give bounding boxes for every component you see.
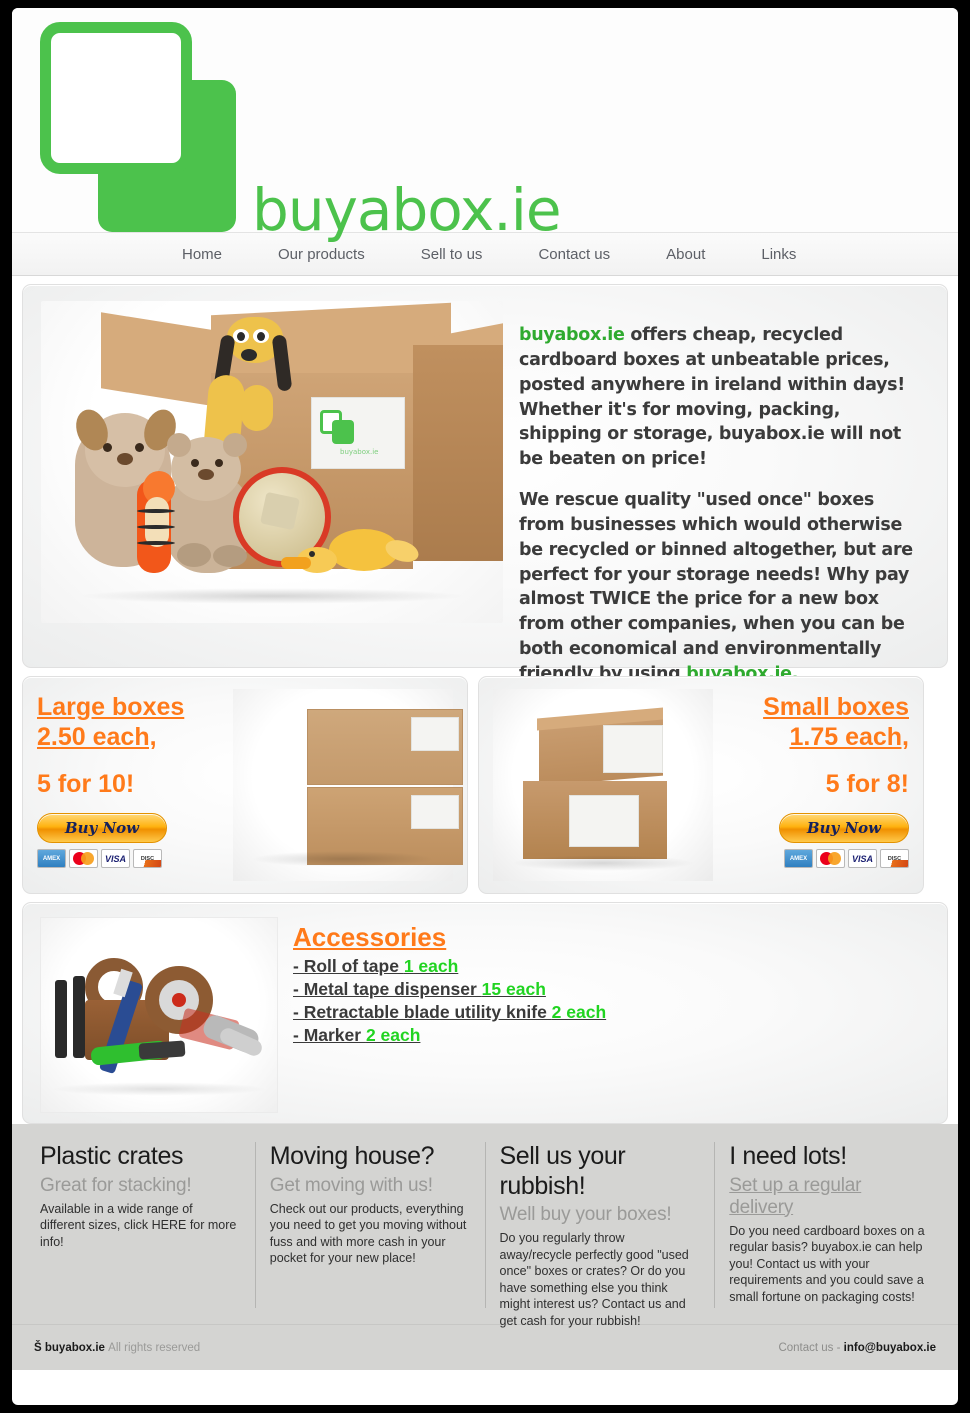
accessory-item-retractable-blade-utility-knife[interactable]: - Retractable blade utility knife 2 each [293, 1001, 606, 1024]
regular-delivery-link[interactable]: Set up a regular delivery [729, 1175, 930, 1219]
small-boxes-bulk-price: 5 for 8! [825, 770, 909, 798]
column-body: Available in a wide range of different s… [40, 1201, 237, 1249]
accessory-name: - Metal tape dispenser [293, 978, 482, 999]
accessory-price: 1 each [403, 955, 459, 976]
info-columns: Plastic crates Great for stacking! Avail… [12, 1124, 958, 1328]
payment-card-icons-large: AMEX VISA DISC [37, 849, 233, 868]
footer-contact: Contact us - info@buyabox.ie [778, 1342, 936, 1354]
american-express-icon: AMEX [37, 849, 66, 868]
american-express-icon: AMEX [784, 849, 813, 868]
column-body: Check out our products, everything you n… [269, 1201, 467, 1266]
small-boxes-title-text: Small boxes [763, 693, 909, 721]
hero-text-1: offers cheap, recycled cardboard boxes a… [519, 325, 905, 470]
column-body: Do you need cardboard boxes on a regular… [729, 1223, 925, 1304]
large-boxes-title-text: Large boxes [37, 693, 185, 721]
site-header: buyabox.ie [12, 8, 958, 244]
large-boxes-bulk-price: 5 for 10! [37, 770, 135, 798]
column-subheading: Get moving with us! [269, 1174, 433, 1196]
small-boxes-copy: Small boxes 1.75 each, 5 for 8! Buy Now … [713, 689, 909, 881]
column-heading: Plastic crates [40, 1142, 184, 1170]
info-column-moving-house: Moving house? Get moving with us! Check … [256, 1142, 486, 1308]
accessories-copy: Accessories - Roll of tape 1 each - Meta… [279, 915, 606, 1111]
hero-paragraph-1: buyabox.ie offers cheap, recycled cardbo… [519, 323, 925, 472]
large-boxes-title: Large boxes 2.50 each, [37, 693, 233, 752]
large-boxes-buy-area: Buy Now AMEX VISA DISC [37, 813, 233, 868]
footer-site-name: buyabox.ie [44, 1341, 105, 1354]
accessory-price: 2 each [551, 1002, 607, 1023]
accessories-title: Accessories [293, 922, 447, 952]
info-column-i-need-lots: I need lots! Set up a regular delivery D… [715, 1142, 944, 1308]
product-card-large-boxes: Large boxes 2.50 each, 5 for 10! Buy Now… [22, 676, 468, 894]
info-column-plastic-crates: Plastic crates Great for stacking! Avail… [26, 1142, 256, 1308]
site-footer: Š buyabox.ie All rights reserved Contact… [12, 1324, 958, 1370]
accessory-price: 2 each [365, 1025, 421, 1046]
content-area: buyabox.ie buyabox.ie offers cheap, recy… [12, 276, 958, 1124]
accessory-name: - Marker [293, 1025, 366, 1046]
column-subheading: Great for stacking! [40, 1174, 192, 1196]
column-body: Do you regularly throw away/recycle perf… [499, 1231, 689, 1328]
nav-item-sell-to-us[interactable]: Sell to us [421, 246, 483, 263]
visa-icon: VISA [101, 849, 130, 868]
nav-item-links[interactable]: Links [761, 246, 796, 263]
column-subheading: Well buy your boxes! [499, 1204, 672, 1225]
small-boxes-title: Small boxes 1.75 each, [713, 693, 909, 752]
mastercard-icon [816, 849, 845, 868]
large-boxes-image [233, 689, 463, 881]
footer-contact-label: Contact us - [778, 1341, 844, 1354]
hero-copy: buyabox.ie offers cheap, recycled cardbo… [503, 301, 929, 684]
nav-item-contact-us[interactable]: Contact us [538, 246, 610, 263]
logo-wordmark[interactable]: buyabox.ie [252, 176, 562, 244]
small-boxes-buy-area: Buy Now AMEX VISA DISC [713, 813, 909, 868]
accessory-name: - Roll of tape [293, 955, 404, 976]
hero-image-toys-in-box: buyabox.ie [41, 301, 503, 623]
footer-rights: All rights reserved [108, 1341, 201, 1354]
accessories-panel: Accessories - Roll of tape 1 each - Meta… [22, 902, 948, 1124]
accessory-price: 15 each [481, 978, 546, 999]
small-boxes-price: 1.75 each, [789, 722, 909, 751]
column-heading: Sell us your rubbish! [499, 1142, 626, 1200]
hero-brand-1: buyabox.ie [519, 325, 625, 345]
accessories-list: - Roll of tape 1 each - Metal tape dispe… [293, 955, 606, 1048]
accessory-item-marker[interactable]: - Marker 2 each [293, 1024, 606, 1047]
footer-copyright: Š buyabox.ie All rights reserved [34, 1342, 200, 1354]
hero-paragraph-2: We rescue quality "used once" boxes from… [519, 488, 925, 687]
visa-icon: VISA [848, 849, 877, 868]
product-card-small-boxes: Small boxes 1.75 each, 5 for 8! Buy Now … [478, 676, 924, 894]
column-heading: I need lots! [729, 1142, 847, 1170]
footer-email[interactable]: info@buyabox.ie [844, 1342, 936, 1354]
product-row: Large boxes 2.50 each, 5 for 10! Buy Now… [22, 676, 948, 894]
payment-card-icons-small: AMEX VISA DISC [784, 849, 909, 868]
nav-item-our-products[interactable]: Our products [278, 246, 365, 263]
site-page: buyabox.ie Home Our products Sell to us … [12, 8, 958, 1405]
small-boxes-image [493, 689, 713, 881]
discover-icon: DISC [133, 849, 162, 868]
logo-icon[interactable] [40, 22, 238, 232]
large-boxes-copy: Large boxes 2.50 each, 5 for 10! Buy Now… [37, 689, 233, 881]
copyright-symbol: Š [34, 1341, 42, 1354]
mastercard-icon [69, 849, 98, 868]
accessory-item-roll-of-tape[interactable]: - Roll of tape 1 each [293, 955, 606, 978]
nav-item-about[interactable]: About [666, 246, 705, 263]
hero-panel: buyabox.ie buyabox.ie offers cheap, recy… [22, 284, 948, 684]
buy-now-button-small[interactable]: Buy Now [779, 813, 909, 843]
accessory-item-metal-tape-dispenser[interactable]: - Metal tape dispenser 15 each [293, 978, 606, 1001]
info-column-sell-us-your-rubbish: Sell us your rubbish! Well buy your boxe… [486, 1142, 716, 1328]
large-boxes-price: 2.50 each, [37, 722, 157, 751]
accessories-image [39, 915, 279, 1113]
hero-text-2: We rescue quality "used once" boxes from… [519, 490, 913, 684]
buy-now-button-large[interactable]: Buy Now [37, 813, 167, 843]
accessory-name: - Retractable blade utility knife [293, 1002, 552, 1023]
discover-icon: DISC [880, 849, 909, 868]
nav-item-home[interactable]: Home [182, 246, 222, 263]
logo-square-front [40, 22, 192, 174]
column-heading: Moving house? [269, 1142, 435, 1170]
